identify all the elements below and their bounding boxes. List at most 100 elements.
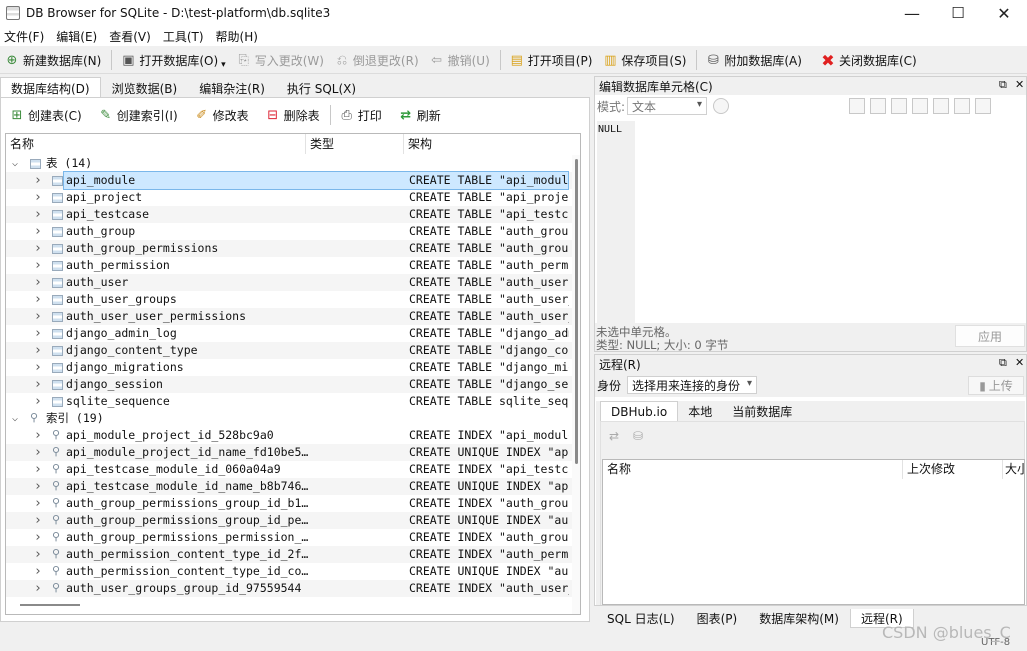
- menu-file[interactable]: 文件(F): [0, 28, 52, 45]
- chevron-right-icon[interactable]: ›: [34, 529, 42, 546]
- maximize-button[interactable]: ☐: [935, 0, 981, 26]
- chevron-right-icon[interactable]: ›: [34, 495, 42, 512]
- chevron-down-icon[interactable]: ⌵: [12, 410, 18, 427]
- table-row[interactable]: › django_admin_log CREATE TABLE "django_ad…: [6, 325, 572, 342]
- menu-view[interactable]: 查看(V): [105, 28, 159, 45]
- tab-sql-log[interactable]: SQL 日志(L): [596, 609, 686, 628]
- word-wrap-icon[interactable]: [870, 98, 887, 114]
- refresh-button[interactable]: ⇄ 刷新: [394, 103, 447, 127]
- tab-database-structure[interactable]: 数据库结构(D): [0, 77, 101, 98]
- print-cell-icon[interactable]: [975, 98, 992, 114]
- table-row[interactable]: › auth_group_permissions CREATE TABLE "aut…: [6, 240, 572, 257]
- remote-column-modified[interactable]: 上次修改: [903, 460, 1003, 479]
- tab-plot[interactable]: 图表(P): [686, 609, 749, 628]
- close-dock-icon[interactable]: ✕: [1015, 356, 1024, 369]
- table-row[interactable]: › auth_user_user_permissions CREATE TABLE …: [6, 308, 572, 325]
- float-dock-icon[interactable]: ⧉: [999, 356, 1007, 370]
- menu-help[interactable]: 帮助(H): [212, 28, 266, 45]
- set-null-icon[interactable]: [912, 98, 929, 114]
- chevron-right-icon[interactable]: ›: [34, 393, 42, 410]
- tab-db-schema[interactable]: 数据库架构(M): [748, 609, 850, 628]
- chevron-right-icon[interactable]: ›: [34, 291, 42, 308]
- index-row[interactable]: › ⚲ api_testcase_module_id_060a04a9 CREATE …: [6, 461, 572, 478]
- chevron-right-icon[interactable]: ›: [34, 580, 42, 597]
- open-project-button[interactable]: ▤ 打开项目(P): [505, 48, 599, 72]
- clone-database-icon[interactable]: ⛁: [633, 429, 643, 443]
- column-header-schema[interactable]: 架构: [404, 134, 572, 154]
- tree-vertical-scrollbar[interactable]: [572, 155, 580, 614]
- index-row[interactable]: › ⚲ auth_user_groups_group_id_97559544 CREA…: [6, 580, 572, 597]
- close-database-button[interactable]: ✖ 关闭数据库(C): [816, 48, 923, 72]
- chevron-right-icon[interactable]: ›: [34, 427, 42, 444]
- index-row[interactable]: › ⚲ api_module_project_id_528bc9a0 CREATE I…: [6, 427, 572, 444]
- cell-editor-textarea[interactable]: [637, 121, 1025, 323]
- indexes-group[interactable]: ⌵ ⚲ 索引 (19): [6, 410, 572, 427]
- chevron-right-icon[interactable]: ›: [34, 376, 42, 393]
- export-icon[interactable]: [891, 98, 908, 114]
- index-row[interactable]: › ⚲ auth_group_permissions_group_id_b1… CRE…: [6, 495, 572, 512]
- table-row[interactable]: › auth_permission CREATE TABLE "auth_permi: [6, 257, 572, 274]
- chevron-right-icon[interactable]: ›: [34, 512, 42, 529]
- chevron-right-icon[interactable]: ›: [34, 172, 42, 189]
- close-button[interactable]: ✕: [981, 0, 1027, 26]
- import-icon[interactable]: [849, 98, 866, 114]
- tab-local[interactable]: 本地: [678, 401, 722, 421]
- open-database-dropdown-icon[interactable]: ▾: [221, 60, 226, 70]
- tab-dbhub[interactable]: DBHub.io: [600, 401, 679, 421]
- delete-table-button[interactable]: ⊟ 删除表: [261, 103, 326, 127]
- chevron-right-icon[interactable]: ›: [34, 325, 42, 342]
- create-table-button[interactable]: ⊞ 创建表(C): [5, 103, 88, 127]
- chevron-right-icon[interactable]: ›: [34, 563, 42, 580]
- tab-edit-pragmas[interactable]: 编辑杂注(R): [188, 77, 276, 98]
- open-external-icon[interactable]: [933, 98, 950, 114]
- menu-edit[interactable]: 编辑(E): [52, 28, 105, 45]
- remote-file-list[interactable]: 名称 上次修改 大小: [602, 459, 1025, 605]
- write-changes-button[interactable]: ⎘ 写入更改(W): [232, 48, 330, 72]
- chevron-right-icon[interactable]: ›: [34, 257, 42, 274]
- close-dock-icon[interactable]: ✕: [1015, 78, 1024, 91]
- table-row[interactable]: › django_session CREATE TABLE "django_ses: [6, 376, 572, 393]
- index-row[interactable]: › ⚲ api_testcase_module_id_name_b8b746… CRE…: [6, 478, 572, 495]
- index-row[interactable]: › ⚲ auth_permission_content_type_id_2f… CRE…: [6, 546, 572, 563]
- chevron-right-icon[interactable]: ›: [34, 444, 42, 461]
- apply-button[interactable]: 应用: [955, 325, 1025, 347]
- column-header-name[interactable]: 名称: [6, 134, 306, 154]
- chevron-right-icon[interactable]: ›: [34, 223, 42, 240]
- menu-tools[interactable]: 工具(T): [159, 28, 212, 45]
- chevron-right-icon[interactable]: ›: [34, 274, 42, 291]
- table-row[interactable]: › django_migrations CREATE TABLE "django_m…: [6, 359, 572, 376]
- chevron-right-icon[interactable]: ›: [34, 478, 42, 495]
- tab-execute-sql[interactable]: 执行 SQL(X): [276, 77, 367, 98]
- create-index-button[interactable]: ✎ 创建索引(I): [94, 103, 184, 127]
- minimize-button[interactable]: —: [889, 0, 935, 26]
- revert-changes-button[interactable]: ⎌ 倒退更改(R): [330, 48, 425, 72]
- identity-select[interactable]: 选择用来连接的身份 ▾: [627, 376, 758, 394]
- table-row[interactable]: › api_project CREATE TABLE "api_project: [6, 189, 572, 206]
- tab-browse-data[interactable]: 浏览数据(B): [101, 77, 189, 98]
- chevron-right-icon[interactable]: ›: [34, 359, 42, 376]
- chevron-right-icon[interactable]: ›: [34, 342, 42, 359]
- attach-database-button[interactable]: ⛁ 附加数据库(A): [701, 48, 808, 72]
- table-row[interactable]: › sqlite_sequence CREATE TABLE sqlite_sequ: [6, 393, 572, 410]
- tree-scrollbar-thumb[interactable]: [575, 159, 578, 464]
- table-row[interactable]: › auth_user_groups CREATE TABLE "auth_user…: [6, 291, 572, 308]
- chevron-right-icon[interactable]: ›: [34, 240, 42, 257]
- print-button[interactable]: ⎙ 打印: [335, 103, 388, 127]
- tables-group[interactable]: ⌵ 表 (14): [6, 155, 572, 172]
- tab-current-database[interactable]: 当前数据库: [722, 401, 802, 421]
- chevron-right-icon[interactable]: ›: [34, 206, 42, 223]
- auto-format-icon[interactable]: [713, 98, 730, 114]
- chevron-right-icon[interactable]: ›: [34, 189, 42, 206]
- index-row[interactable]: › ⚲ auth_group_permissions_permission_… CRE…: [6, 529, 572, 546]
- sync-icon[interactable]: ⇄: [609, 429, 619, 443]
- undo-button[interactable]: ⇦ 撤销(U): [425, 48, 496, 72]
- tree-horizontal-scrollbar[interactable]: [20, 604, 80, 606]
- table-row[interactable]: › api_module CREATE TABLE "api_module: [6, 171, 572, 190]
- chevron-right-icon[interactable]: ›: [34, 546, 42, 563]
- column-header-type[interactable]: 类型: [306, 134, 404, 154]
- open-database-button[interactable]: ▣ 打开数据库(O) ▾: [116, 48, 231, 72]
- schema-tree[interactable]: 名称 类型 架构 ⌵ 表 (14) › api_module CREATE TABLE …: [5, 133, 581, 615]
- chevron-right-icon[interactable]: ›: [34, 308, 42, 325]
- index-row[interactable]: › ⚲ api_module_project_id_name_fd10be5… CRE…: [6, 444, 572, 461]
- index-row[interactable]: › ⚲ auth_permission_content_type_id_co… CRE…: [6, 563, 572, 580]
